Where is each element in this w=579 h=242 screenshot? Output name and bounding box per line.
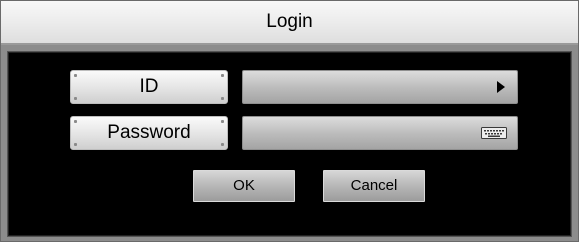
dropdown-arrow-icon[interactable] bbox=[497, 81, 505, 93]
corner-dot bbox=[221, 74, 224, 77]
id-label: ID bbox=[70, 70, 228, 104]
corner-dot bbox=[74, 120, 77, 123]
login-dialog: Login ID Password OK Cancel bbox=[0, 0, 579, 242]
password-field[interactable] bbox=[242, 116, 518, 150]
corner-dot bbox=[221, 120, 224, 123]
id-dropdown[interactable] bbox=[242, 70, 518, 104]
cancel-button[interactable]: Cancel bbox=[323, 170, 425, 202]
corner-dot bbox=[74, 74, 77, 77]
password-label-text: Password bbox=[107, 122, 191, 143]
password-label: Password bbox=[70, 116, 228, 150]
dialog-title: Login bbox=[1, 1, 578, 45]
corner-dot bbox=[74, 143, 77, 146]
keyboard-icon[interactable] bbox=[481, 127, 507, 139]
corner-dot bbox=[74, 97, 77, 100]
id-label-text: ID bbox=[139, 76, 159, 97]
corner-dot bbox=[221, 143, 224, 146]
corner-dot bbox=[221, 97, 224, 100]
ok-button[interactable]: OK bbox=[193, 170, 295, 202]
login-panel: ID Password OK Cancel bbox=[7, 51, 572, 237]
